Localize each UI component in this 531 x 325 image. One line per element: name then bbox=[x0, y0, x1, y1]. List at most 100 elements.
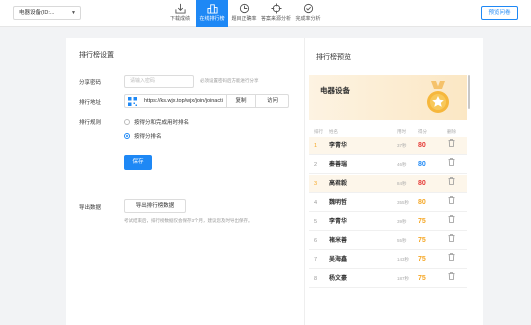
trash-icon[interactable] bbox=[448, 213, 455, 231]
nav-completion-rate[interactable]: 完成率分析 bbox=[292, 0, 324, 27]
preview-scrollbar[interactable] bbox=[468, 75, 470, 109]
radio-label: 按得分和完成用时排名 bbox=[134, 120, 190, 126]
link-url: https://ks.wjx.top/wjx/join/joinacti bbox=[144, 98, 223, 104]
nav-download-scores[interactable]: 下载成绩 bbox=[164, 0, 196, 27]
score-value: 75 bbox=[418, 237, 426, 244]
player-name: 李青华 bbox=[329, 143, 348, 149]
medal-icon bbox=[427, 81, 449, 113]
preview-head-title: 电器设备 bbox=[320, 86, 350, 95]
elapsed-time: 143秒 bbox=[397, 257, 410, 262]
trash-icon[interactable] bbox=[448, 251, 455, 269]
nav-label: 在线排行榜 bbox=[199, 16, 225, 22]
rank-number: 5 bbox=[314, 219, 318, 225]
elapsed-time: 39秒 bbox=[397, 219, 407, 224]
score-value: 75 bbox=[418, 275, 426, 282]
leaderboard-row: 7 吴海鑫 143秒 75 bbox=[309, 251, 467, 269]
radio-score-only[interactable]: 按得分排名 bbox=[124, 132, 162, 140]
leaderboard-row: 1 李青华 37秒 80 bbox=[309, 137, 467, 155]
leaderboard-row: 3 高君毅 84秒 80 bbox=[309, 175, 467, 193]
player-name: 魏明哲 bbox=[329, 200, 348, 206]
trash-icon[interactable] bbox=[448, 156, 455, 174]
col-rank: 排行 bbox=[314, 129, 323, 134]
target-icon bbox=[270, 3, 282, 14]
elapsed-time: 84秒 bbox=[397, 181, 407, 186]
rank-number: 4 bbox=[314, 200, 318, 206]
trash-icon[interactable] bbox=[448, 232, 455, 250]
nav-answer-source[interactable]: 答案来源分析 bbox=[260, 0, 292, 27]
trash-icon[interactable] bbox=[448, 194, 455, 212]
top-nav: 下载成绩 在线排行榜 题目正确率 答案来源分析 完成率分析 bbox=[164, 0, 324, 27]
preview-survey-button[interactable]: 预览问卷 bbox=[481, 6, 518, 20]
rule-label: 排行规则 bbox=[79, 120, 102, 126]
settings-title: 排行榜设置 bbox=[79, 52, 114, 59]
col-time: 用时 bbox=[397, 129, 406, 134]
nav-label: 答案来源分析 bbox=[260, 16, 291, 22]
leaderboard-row: 5 李青华 39秒 75 bbox=[309, 213, 467, 231]
preview-title: 排行榜预览 bbox=[316, 54, 351, 61]
preview-header: 电器设备 bbox=[309, 75, 467, 120]
col-name: 姓名 bbox=[329, 129, 338, 134]
score-value: 80 bbox=[418, 180, 426, 187]
rank-number: 2 bbox=[314, 162, 318, 168]
elapsed-time: 37秒 bbox=[397, 143, 407, 148]
radio-score-and-time[interactable]: 按得分和完成用时排名 bbox=[124, 118, 189, 126]
link-label: 排行地址 bbox=[79, 100, 102, 106]
settings-panel: 排行榜设置 分享密码 请输入密码 必须设置密码后方能进行分享 排行地址 http… bbox=[66, 38, 305, 325]
pie-clock-icon bbox=[239, 3, 249, 14]
qr-code-icon[interactable] bbox=[128, 97, 137, 106]
score-value: 75 bbox=[418, 256, 426, 263]
trash-icon[interactable] bbox=[448, 175, 455, 193]
export-leaderboard-button[interactable]: 导出排行榜数据 bbox=[124, 199, 186, 213]
link-box: https://ks.wjx.top/wjx/join/joinacti 复制 … bbox=[124, 94, 289, 108]
download-icon bbox=[174, 3, 186, 14]
survey-select[interactable]: 电器设备(ID:... ▼ bbox=[13, 6, 81, 20]
caret-down-icon: ▼ bbox=[71, 10, 76, 16]
leaderboard-row: 2 秦善瑞 46秒 80 bbox=[309, 156, 467, 174]
elapsed-time: 355秒 bbox=[397, 200, 410, 205]
leaderboard-card: 排行榜设置 分享密码 请输入密码 必须设置密码后方能进行分享 排行地址 http… bbox=[66, 38, 483, 325]
export-label: 导出数据 bbox=[79, 205, 102, 211]
col-score: 得分 bbox=[418, 129, 427, 134]
player-name: 褚米善 bbox=[329, 238, 348, 244]
share-password-label: 分享密码 bbox=[79, 80, 102, 86]
player-name: 高君毅 bbox=[329, 181, 348, 187]
nav-label: 完成率分析 bbox=[295, 16, 321, 22]
password-hint: 必须设置密码后方能进行分享 bbox=[200, 78, 259, 83]
nav-label: 下载成绩 bbox=[169, 16, 190, 22]
rank-number: 1 bbox=[314, 143, 318, 149]
password-input[interactable]: 请输入密码 bbox=[124, 75, 194, 88]
nav-online-leaderboard[interactable]: 在线排行榜 bbox=[196, 0, 228, 27]
player-name: 吴海鑫 bbox=[329, 257, 348, 263]
rank-number: 8 bbox=[314, 276, 318, 282]
visit-button[interactable]: 访问 bbox=[255, 95, 289, 107]
leaderboard-row: 4 魏明哲 355秒 80 bbox=[309, 194, 467, 212]
radio-label: 按得分排名 bbox=[134, 134, 162, 140]
leaderboard-row: 8 杨文豪 187秒 75 bbox=[309, 270, 467, 288]
nav-question-accuracy[interactable]: 题目正确率 bbox=[228, 0, 260, 27]
player-name: 杨文豪 bbox=[329, 276, 348, 282]
top-bar: 电器设备(ID:... ▼ 下载成绩 在线排行榜 题目正确率 答案来源分析 完成… bbox=[0, 0, 531, 27]
rank-number: 3 bbox=[314, 181, 318, 187]
check-circle-icon bbox=[303, 3, 313, 14]
nav-label: 题目正确率 bbox=[231, 16, 257, 22]
rank-number: 6 bbox=[314, 238, 318, 244]
leaderboard-row: 6 褚米善 55秒 75 bbox=[309, 232, 467, 250]
elapsed-time: 46秒 bbox=[397, 162, 407, 167]
elapsed-time: 55秒 bbox=[397, 238, 407, 243]
score-value: 80 bbox=[418, 161, 426, 168]
radio-circle-selected bbox=[124, 133, 130, 139]
radio-circle bbox=[124, 119, 130, 125]
survey-select-value: 电器设备(ID:... bbox=[19, 10, 55, 16]
player-name: 秦善瑞 bbox=[329, 162, 348, 168]
player-name: 李青华 bbox=[329, 219, 348, 225]
copy-button[interactable]: 复制 bbox=[226, 95, 255, 107]
export-hint: 考试结束后，排行榜数据仅会保存3个月，建议您及时导出保存。 bbox=[124, 218, 253, 223]
score-value: 75 bbox=[418, 218, 426, 225]
score-value: 80 bbox=[418, 142, 426, 149]
rank-number: 7 bbox=[314, 257, 318, 263]
trash-icon[interactable] bbox=[448, 137, 455, 155]
trash-icon[interactable] bbox=[448, 270, 455, 288]
podium-icon bbox=[206, 4, 218, 14]
preview-panel: 排行榜预览 电器设备 排行 姓名 用时 得分 删除 1 李青华 37秒 80 2 秦善瑞 4… bbox=[305, 38, 483, 325]
save-button[interactable]: 保存 bbox=[124, 155, 152, 170]
